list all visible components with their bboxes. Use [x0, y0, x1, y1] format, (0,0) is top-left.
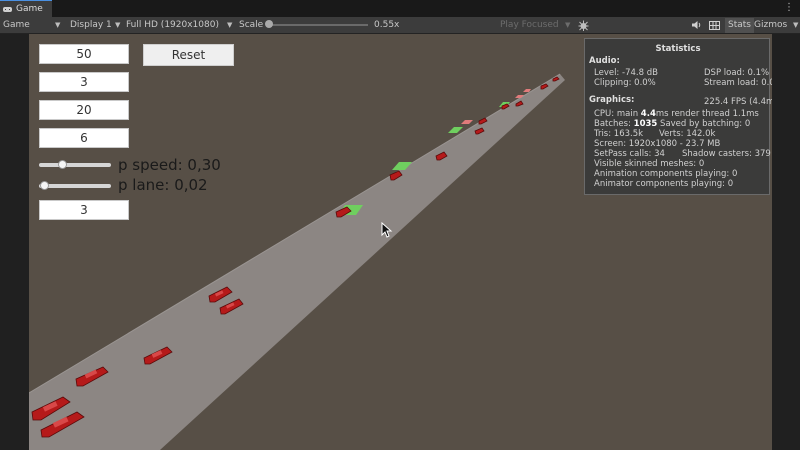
chevron-down-icon: ▼ [793, 21, 799, 29]
letterbox-left [0, 34, 29, 450]
reset-button[interactable]: Reset [143, 44, 234, 66]
graphics-header: Graphics: [589, 95, 635, 105]
input-field-5[interactable]: 3 [39, 200, 129, 220]
batches-suffix: Saved by batching: 0 [657, 119, 751, 129]
game-toolbar: Game ▼ Display 1 ▼ Full HD (1920x1080) ▼… [0, 17, 800, 34]
input-field-3[interactable]: 20 [39, 100, 129, 120]
batches-value: 1035 [633, 119, 658, 129]
input-field-2[interactable]: 3 [39, 72, 129, 92]
grid-icon[interactable] [709, 17, 720, 33]
stats-button-label: Stats [725, 17, 754, 33]
audio-level: Level: -74.8 dB [594, 68, 658, 78]
gamepad-icon [3, 7, 12, 12]
chevron-down-icon: ▼ [227, 21, 233, 29]
stats-title: Statistics [655, 44, 701, 54]
shadow-casters-stat: Shadow casters: 379 [682, 149, 771, 159]
resolution-dropdown[interactable]: Full HD (1920x1080) ▼ [126, 17, 236, 33]
gizmos-label: Gizmos [754, 20, 788, 30]
view-dropdown-label: Game [3, 20, 30, 30]
game-viewport[interactable]: 50 Reset 3 20 6 p speed: 0,30 p lane: 0,… [29, 34, 772, 450]
cpu-prefix: CPU: main [594, 109, 641, 119]
kebab-menu-icon[interactable]: ⋮ [784, 2, 794, 13]
red-marker [461, 120, 473, 124]
mouse-cursor-icon [381, 222, 393, 238]
animation-components-stat: Animation components playing: 0 [594, 169, 738, 179]
stream-load: Stream load: 0.0% [704, 78, 772, 88]
lane-slider[interactable] [39, 181, 111, 190]
chevron-down-icon: ▼ [565, 21, 571, 29]
dsp-load: DSP load: 0.1% [704, 68, 770, 78]
scale-value: 0.55x [374, 20, 400, 30]
play-mode-label: Play Focused [500, 20, 559, 30]
animator-components-stat: Animator components playing: 0 [594, 179, 734, 189]
chevron-down-icon: ▼ [115, 21, 121, 29]
skinned-meshes-stat: Visible skinned meshes: 0 [594, 159, 705, 169]
tab-bar: Game ⋮ [0, 0, 800, 17]
audio-clipping: Clipping: 0.0% [594, 78, 656, 88]
red-marker [523, 89, 531, 92]
view-dropdown[interactable]: Game ▼ [3, 17, 63, 33]
tab-label: Game [16, 4, 43, 14]
tris-stat: Tris: 163.5k [594, 129, 644, 139]
resolution-dropdown-label: Full HD (1920x1080) [126, 20, 219, 30]
chevron-down-icon: ▼ [55, 21, 61, 29]
audio-header: Audio: [589, 56, 620, 66]
verts-stat: Verts: 142.0k [659, 129, 716, 139]
scale-slider-track[interactable] [268, 24, 368, 26]
input-field-1[interactable]: 50 [39, 44, 129, 64]
speed-slider-handle[interactable] [57, 160, 67, 169]
cpu-stats: CPU: main 4.4ms render thread 1.1ms [594, 109, 759, 119]
setpass-stat: SetPass calls: 34 [594, 149, 665, 159]
input-field-4[interactable]: 6 [39, 128, 129, 148]
letterbox-right [772, 34, 800, 450]
scale-label: Scale [239, 20, 264, 30]
fps-readout: 225.4 FPS (4.4ms) [704, 97, 772, 107]
display-dropdown-label: Display 1 [70, 20, 112, 30]
cpu-main: 4.4 [640, 109, 656, 119]
batches-prefix: Batches: [594, 119, 634, 129]
lane-slider-label: p lane: 0,02 [118, 176, 208, 194]
scale-slider-handle[interactable] [265, 20, 273, 28]
screen-stat: Screen: 1920x1080 - 23.7 MB [594, 139, 721, 149]
cpu-suffix: ms render thread 1.1ms [655, 109, 759, 119]
batches-stats: Batches: 1035 Saved by batching: 0 [594, 119, 750, 129]
display-dropdown[interactable]: Display 1 ▼ [70, 17, 120, 33]
gizmos-dropdown[interactable]: Gizmos ▼ [754, 17, 799, 33]
speed-slider-label: p speed: 0,30 [118, 156, 221, 174]
bug-icon[interactable] [578, 17, 589, 33]
stats-button[interactable]: Stats [725, 17, 754, 33]
speed-slider[interactable] [39, 160, 111, 169]
tab-game[interactable]: Game [0, 0, 52, 17]
speaker-icon[interactable] [691, 17, 702, 33]
green-marker [448, 127, 463, 133]
play-mode-dropdown[interactable]: Play Focused ▼ [500, 17, 572, 33]
statistics-panel: Statistics Audio: Level: -74.8 dB Clippi… [584, 38, 772, 195]
